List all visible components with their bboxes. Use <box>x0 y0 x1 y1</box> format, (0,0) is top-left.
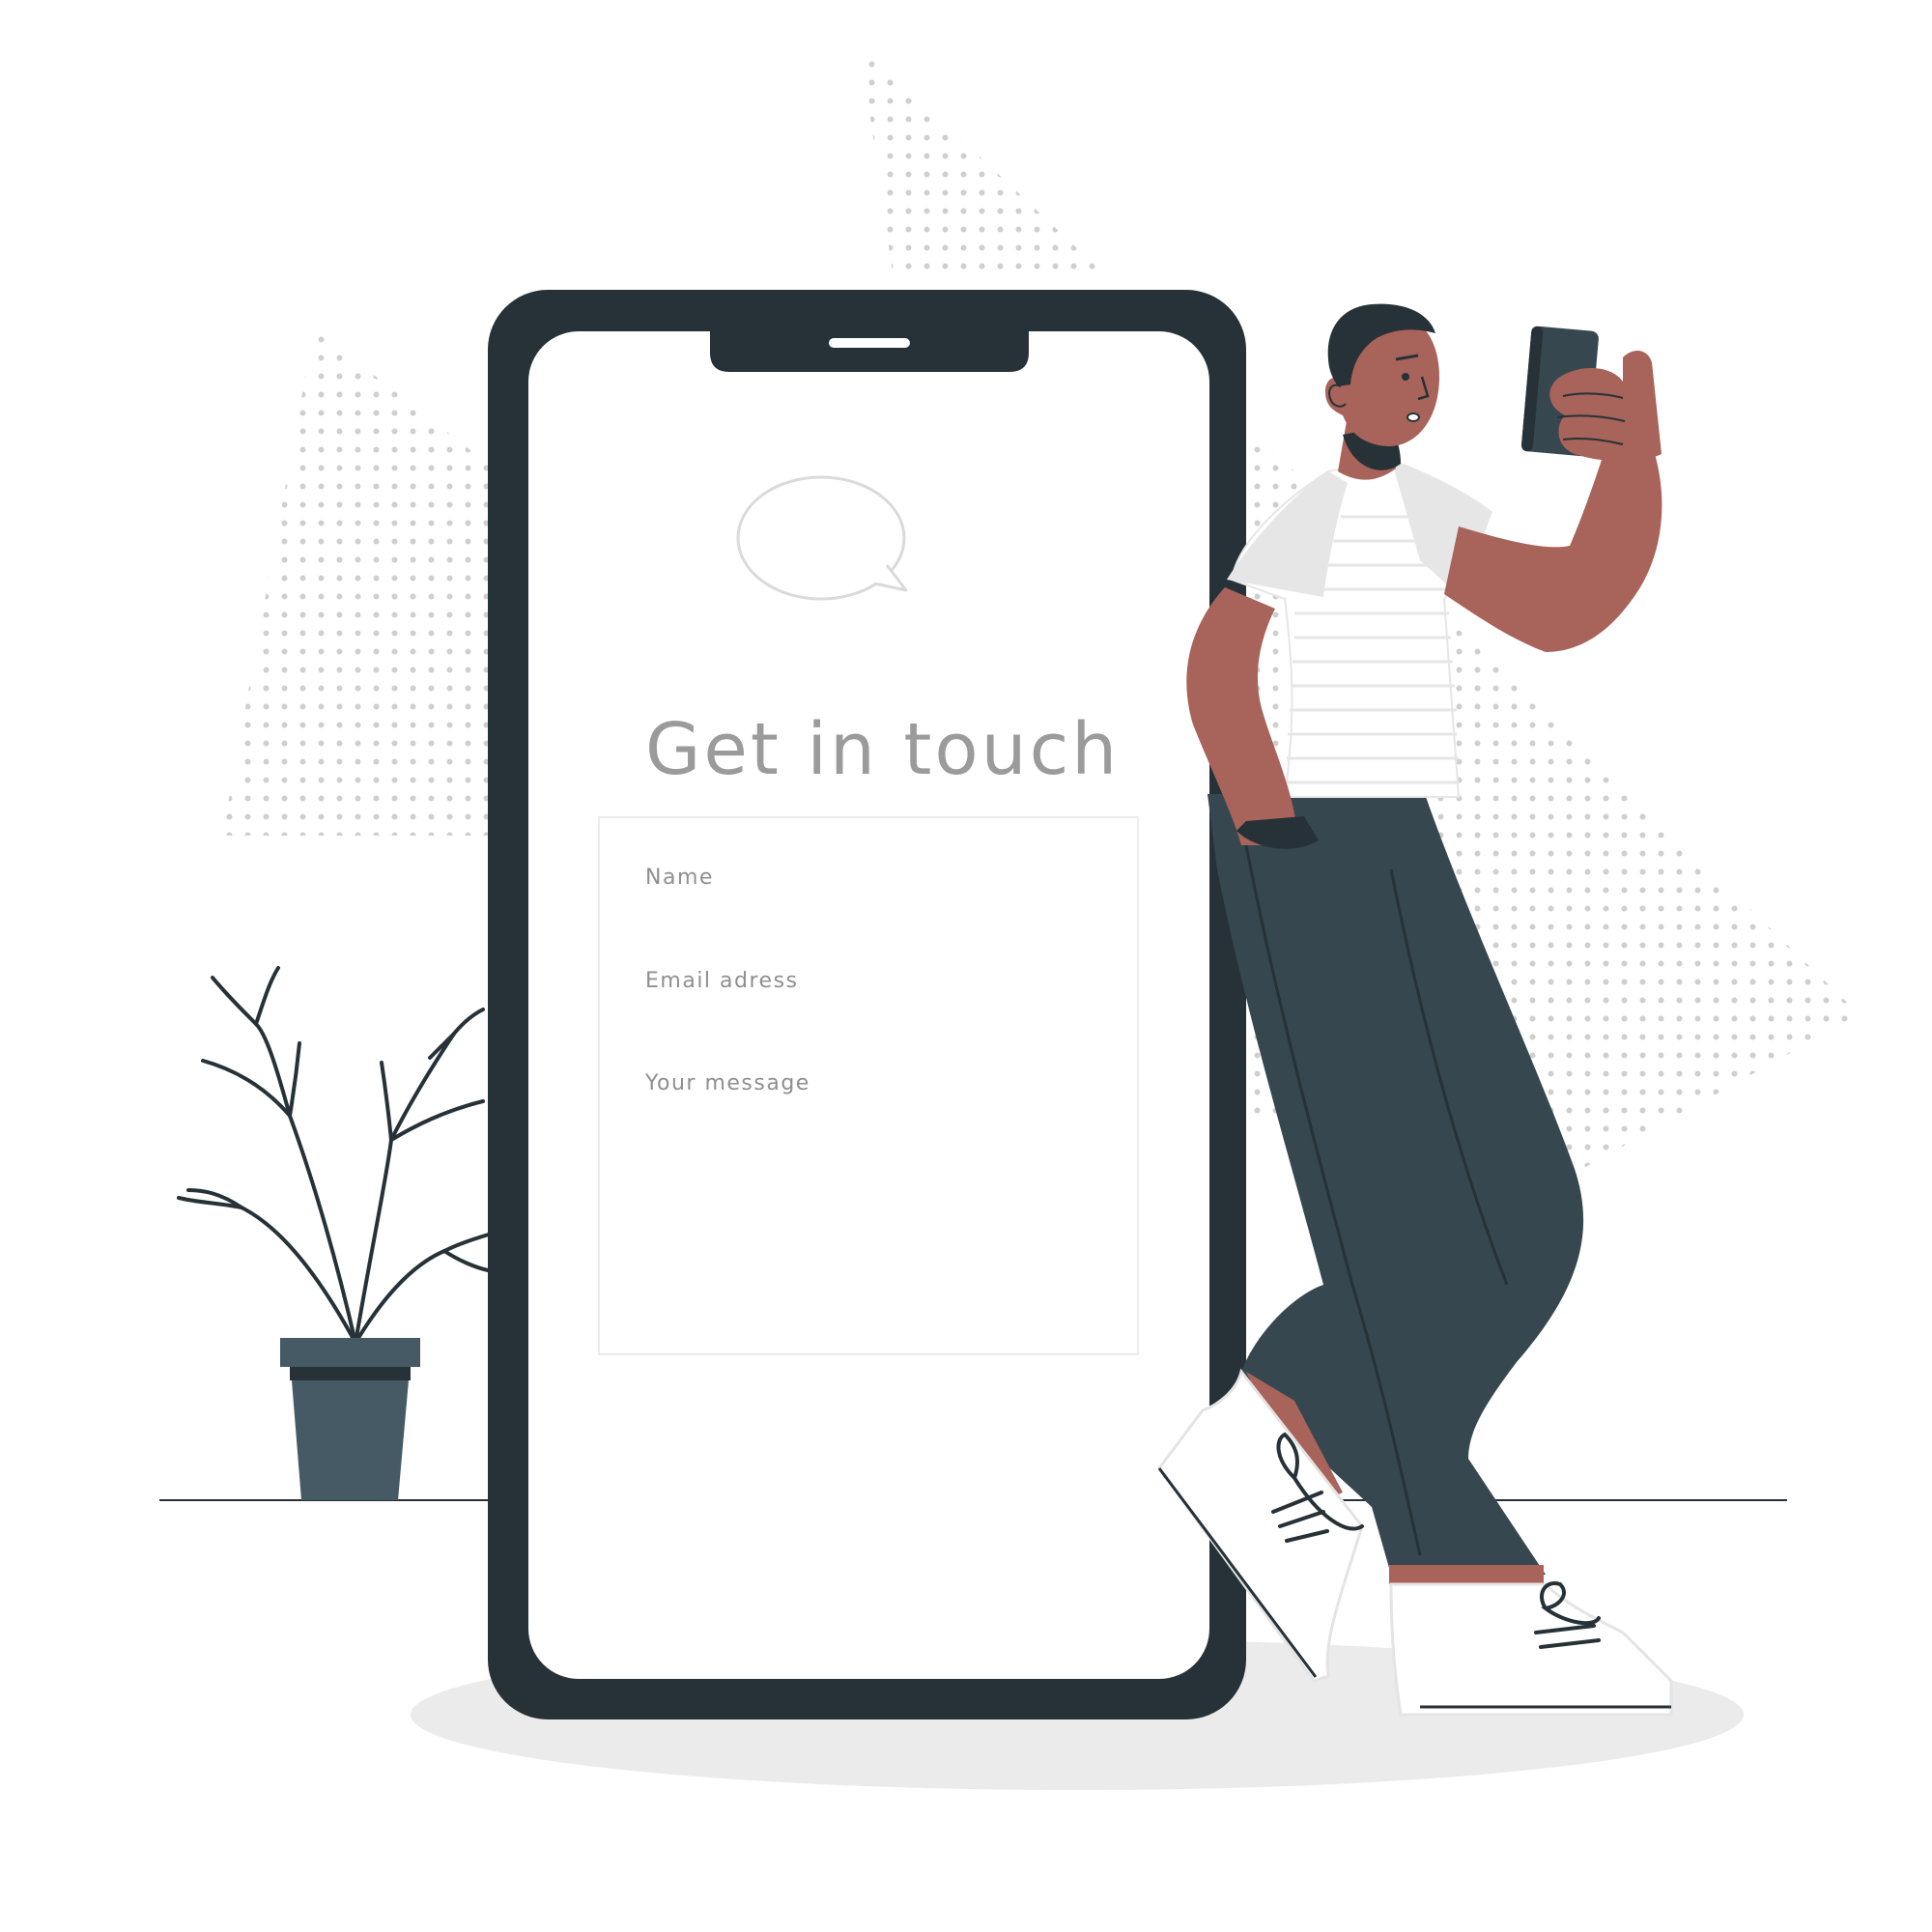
ankle-front <box>1389 1565 1544 1584</box>
potted-plant <box>177 966 499 1500</box>
page-title: Get in touch <box>645 708 1120 791</box>
speaker-icon <box>829 338 910 348</box>
pot-band <box>290 1367 411 1380</box>
mouth <box>1406 412 1420 422</box>
phone-notch <box>710 331 1029 372</box>
name-field-label: Name <box>645 866 714 890</box>
eye <box>1402 373 1409 381</box>
arm-right <box>1444 444 1662 652</box>
illustration: Get in touch Name Email adress Your mess… <box>159 43 1860 1790</box>
pot-rim <box>280 1338 420 1367</box>
pot-body <box>292 1380 409 1500</box>
plant-branches <box>177 966 499 1345</box>
shoe-front <box>1389 1582 1673 1717</box>
email-field-label: Email adress <box>645 969 799 993</box>
message-field-label: Your message <box>644 1071 810 1095</box>
speech-bubble-icon <box>736 475 908 601</box>
